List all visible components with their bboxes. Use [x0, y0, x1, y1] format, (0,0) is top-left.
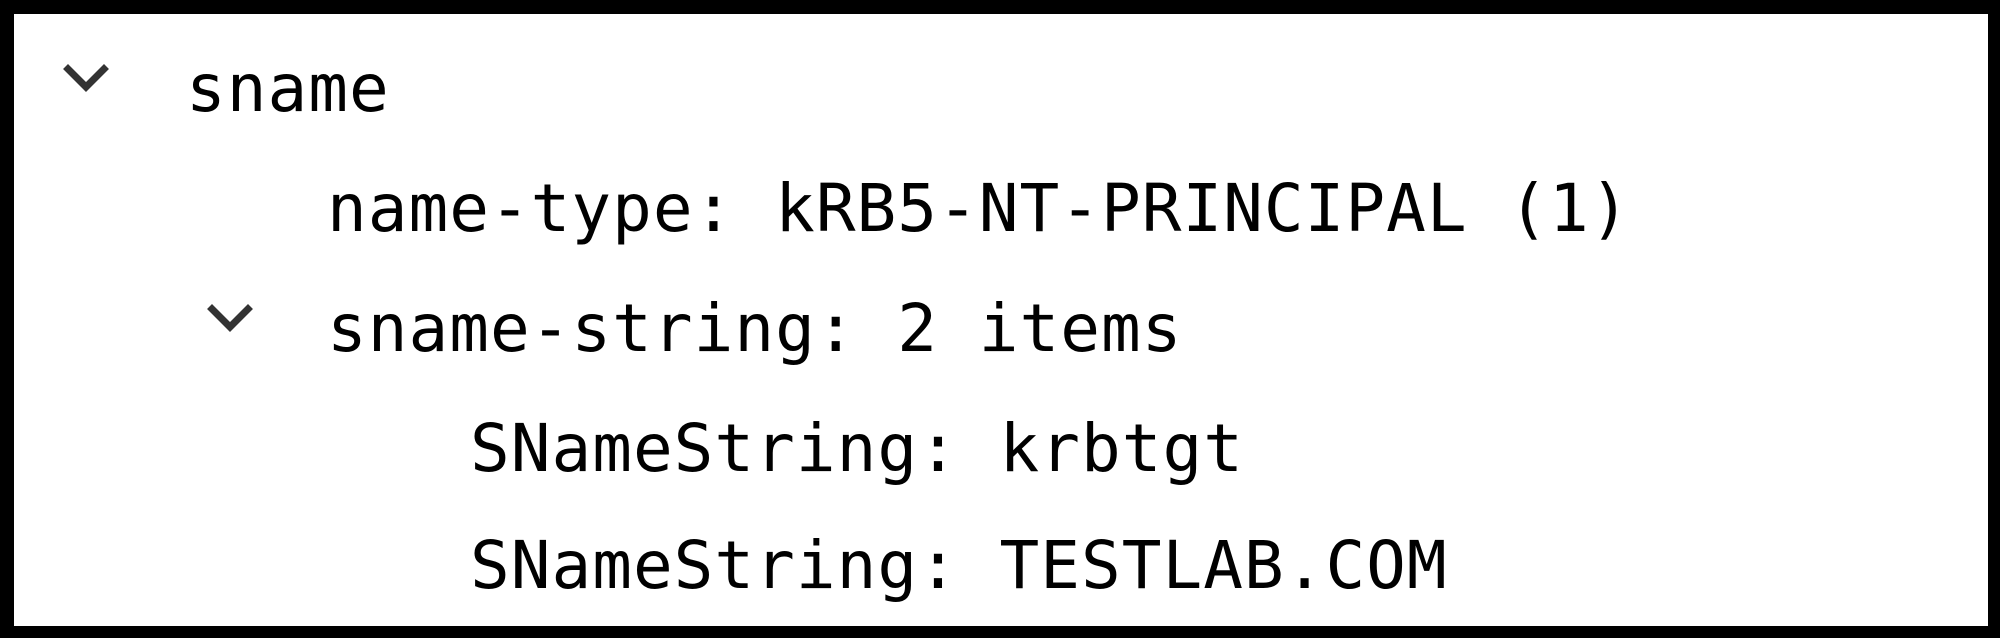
tree-node-snamestring-testlab[interactable]: SNameString: TESTLAB.COM: [14, 506, 1988, 626]
tree-node-label: sname: [186, 50, 390, 127]
protocol-tree: sname name-type: kRB5-NT-PRINCIPAL (1) s…: [14, 14, 1988, 626]
packet-details-pane: sname name-type: kRB5-NT-PRINCIPAL (1) s…: [0, 0, 2000, 638]
tree-node-label: name-type: kRB5-NT-PRINCIPAL (1): [327, 170, 1631, 247]
tree-node-label: SNameString: TESTLAB.COM: [470, 527, 1448, 604]
tree-node-snamestring-krbtgt[interactable]: SNameString: krbtgt: [14, 389, 1988, 509]
tree-node-label: sname-string: 2 items: [327, 290, 1183, 367]
chevron-down-icon[interactable]: [62, 59, 110, 99]
tree-node-sname[interactable]: sname: [14, 29, 1988, 149]
tree-node-sname-string[interactable]: sname-string: 2 items: [14, 269, 1988, 389]
chevron-down-icon[interactable]: [206, 299, 254, 339]
tree-node-name-type[interactable]: name-type: kRB5-NT-PRINCIPAL (1): [14, 149, 1988, 269]
tree-node-label: SNameString: krbtgt: [470, 410, 1244, 487]
